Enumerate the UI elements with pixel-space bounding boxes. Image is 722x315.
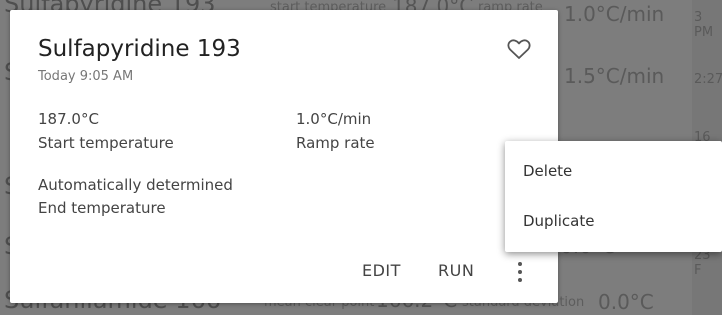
list-item-value: 1.5°C/min [564,64,665,88]
start-temperature-value: 187.0°C [38,110,99,128]
card-timestamp: Today 9:05 AM [38,69,134,84]
ramp-rate-value: 1.0°C/min [296,110,372,128]
ramp-rate-label: Ramp rate [296,134,375,152]
experiment-card: Sulfapyridine 193 Today 9:05 AM 187.0°C … [10,10,558,303]
edit-button[interactable]: EDIT [362,261,401,280]
menu-item-label: Delete [523,162,573,180]
list-item-value: 0.0°C [598,290,654,314]
menu-item-label: Duplicate [523,212,595,230]
card-title: Sulfapyridine 193 [38,36,241,62]
end-temperature-label: End temperature [38,199,166,217]
start-temperature-label: Start temperature [38,134,174,152]
list-item-value: 1.0°C/min [564,2,665,26]
overflow-menu: Delete Duplicate [505,141,722,252]
heart-icon [507,39,531,59]
menu-item-delete[interactable]: Delete [505,144,722,196]
menu-item-duplicate[interactable]: Duplicate [505,196,722,248]
favorite-heart-icon[interactable] [507,38,531,60]
more-vert-icon[interactable] [510,260,530,284]
list-item-time: 2:27 [694,72,722,87]
list-item-time: 23 F [694,248,711,278]
run-button[interactable]: RUN [438,261,474,280]
list-item-time: 3 PM [694,10,714,40]
end-temperature-value: Automatically determined [38,176,233,194]
